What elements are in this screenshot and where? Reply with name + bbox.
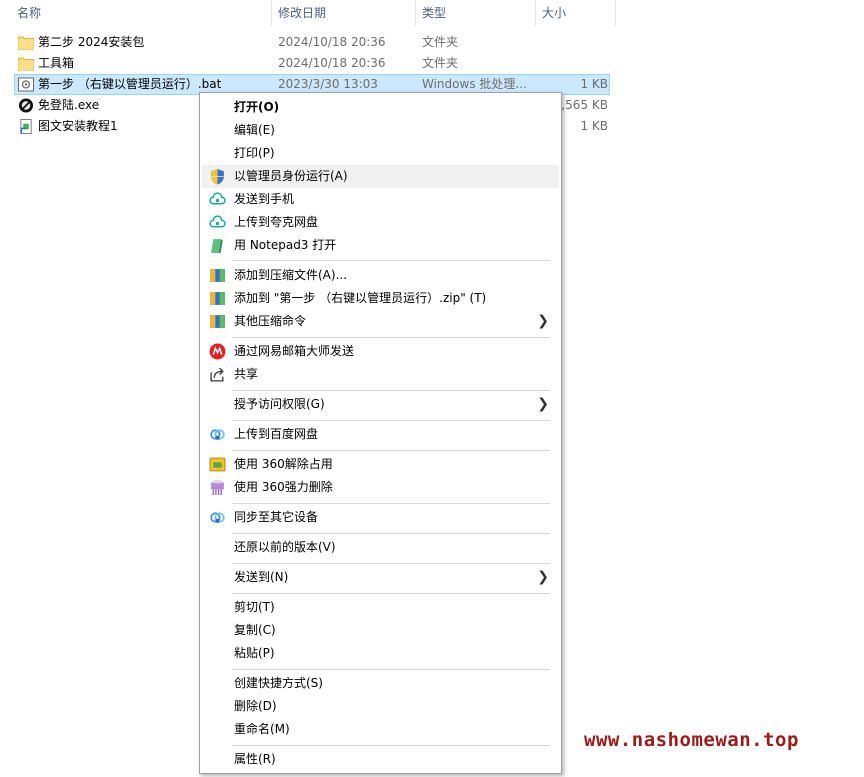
menu-separator bbox=[232, 337, 550, 338]
chevron-right-icon: ❯ bbox=[537, 396, 549, 412]
menu-separator bbox=[232, 533, 550, 534]
netease-mail-icon bbox=[209, 343, 226, 360]
uac-shield-icon bbox=[211, 169, 224, 185]
menu-separator bbox=[232, 669, 550, 670]
menu-item-edit[interactable]: 编辑(E) bbox=[202, 119, 559, 142]
shortcut-icon bbox=[20, 119, 32, 134]
winrar-icon bbox=[210, 269, 225, 282]
file-row-toolbox[interactable]: 工具箱 2024/10/18 20:36 文件夹 bbox=[0, 53, 616, 74]
baidu-netdisk-icon bbox=[210, 429, 225, 440]
menu-item-upload-baidu[interactable]: 上传到百度网盘 bbox=[202, 423, 559, 446]
menu-item-restore-versions[interactable]: 还原以前的版本(V) bbox=[202, 536, 559, 559]
chevron-right-icon: ❯ bbox=[537, 569, 549, 585]
menu-item-open-notepad3[interactable]: 用 Notepad3 打开 bbox=[202, 234, 559, 257]
menu-separator bbox=[232, 745, 550, 746]
quark-cloud-icon bbox=[209, 192, 226, 205]
menu-separator bbox=[232, 503, 550, 504]
batch-file-icon bbox=[18, 77, 34, 92]
menu-item-copy[interactable]: 复制(C) bbox=[202, 619, 559, 642]
folder-icon bbox=[18, 36, 34, 50]
menu-item-print[interactable]: 打印(P) bbox=[202, 142, 559, 165]
menu-separator bbox=[232, 593, 550, 594]
menu-item-share[interactable]: 共享 bbox=[202, 363, 559, 386]
menu-item-open[interactable]: 打开(O) bbox=[202, 96, 559, 119]
baidu-netdisk-icon bbox=[210, 512, 225, 523]
column-header-size[interactable]: 大小 bbox=[536, 0, 616, 26]
file-row-install-package[interactable]: 第二步 2024安装包 2024/10/18 20:36 文件夹 bbox=[0, 32, 616, 53]
share-icon bbox=[210, 367, 224, 382]
menu-item-properties[interactable]: 属性(R) bbox=[202, 748, 559, 771]
quark-cloud-icon bbox=[209, 215, 226, 228]
column-header-date[interactable]: 修改日期 bbox=[272, 0, 416, 26]
menu-item-upload-quark[interactable]: 上传到夸克网盘 bbox=[202, 211, 559, 234]
menu-separator bbox=[232, 450, 550, 451]
menu-item-rename[interactable]: 重命名(M) bbox=[202, 718, 559, 741]
winrar-icon bbox=[210, 292, 225, 305]
menu-item-unlock-360[interactable]: 使用 360解除占用 bbox=[202, 453, 559, 476]
menu-item-other-compress[interactable]: 其他压缩命令 ❯ bbox=[202, 310, 559, 333]
context-menu: 打开(O) 编辑(E) 打印(P) 以管理员身份运行(A) 发送到手机 上传到夸… bbox=[199, 92, 562, 774]
menu-item-delete-360[interactable]: 使用 360强力删除 bbox=[202, 476, 559, 499]
watermark-text: www.nashomewan.top bbox=[584, 729, 799, 751]
sort-ascending-icon: ^ bbox=[136, 0, 145, 7]
menu-item-send-to-phone[interactable]: 发送到手机 bbox=[202, 188, 559, 211]
menu-separator bbox=[232, 420, 550, 421]
menu-item-add-archive[interactable]: 添加到压缩文件(A)... bbox=[202, 264, 559, 287]
menu-item-delete[interactable]: 删除(D) bbox=[202, 695, 559, 718]
menu-item-netease-mail[interactable]: 通过网易邮箱大师发送 bbox=[202, 340, 559, 363]
menu-item-paste[interactable]: 粘贴(P) bbox=[202, 642, 559, 665]
360-unlock-icon bbox=[209, 457, 226, 472]
folder-icon bbox=[18, 57, 34, 71]
chevron-right-icon: ❯ bbox=[537, 313, 549, 329]
notepad3-icon bbox=[211, 239, 223, 253]
column-header-name[interactable]: ^ 名称 bbox=[0, 0, 272, 26]
column-header: ^ 名称 修改日期 类型 大小 bbox=[0, 0, 616, 26]
menu-item-send-to[interactable]: 发送到(N) ❯ bbox=[202, 566, 559, 589]
menu-item-run-as-admin[interactable]: 以管理员身份运行(A) bbox=[202, 165, 559, 188]
menu-item-create-shortcut[interactable]: 创建快捷方式(S) bbox=[202, 672, 559, 695]
menu-separator bbox=[232, 390, 550, 391]
360-shredder-icon bbox=[211, 480, 224, 495]
winrar-icon bbox=[210, 315, 225, 328]
menu-separator bbox=[232, 563, 550, 564]
exe-icon bbox=[18, 98, 34, 113]
column-header-type[interactable]: 类型 bbox=[416, 0, 536, 26]
menu-item-cut[interactable]: 剪切(T) bbox=[202, 596, 559, 619]
menu-item-add-to-zip[interactable]: 添加到 "第一步 （右键以管理员运行）.zip" (T) bbox=[202, 287, 559, 310]
menu-item-grant-access[interactable]: 授予访问权限(G) ❯ bbox=[202, 393, 559, 416]
menu-item-sync-devices[interactable]: 同步至其它设备 bbox=[202, 506, 559, 529]
menu-separator bbox=[232, 260, 550, 261]
